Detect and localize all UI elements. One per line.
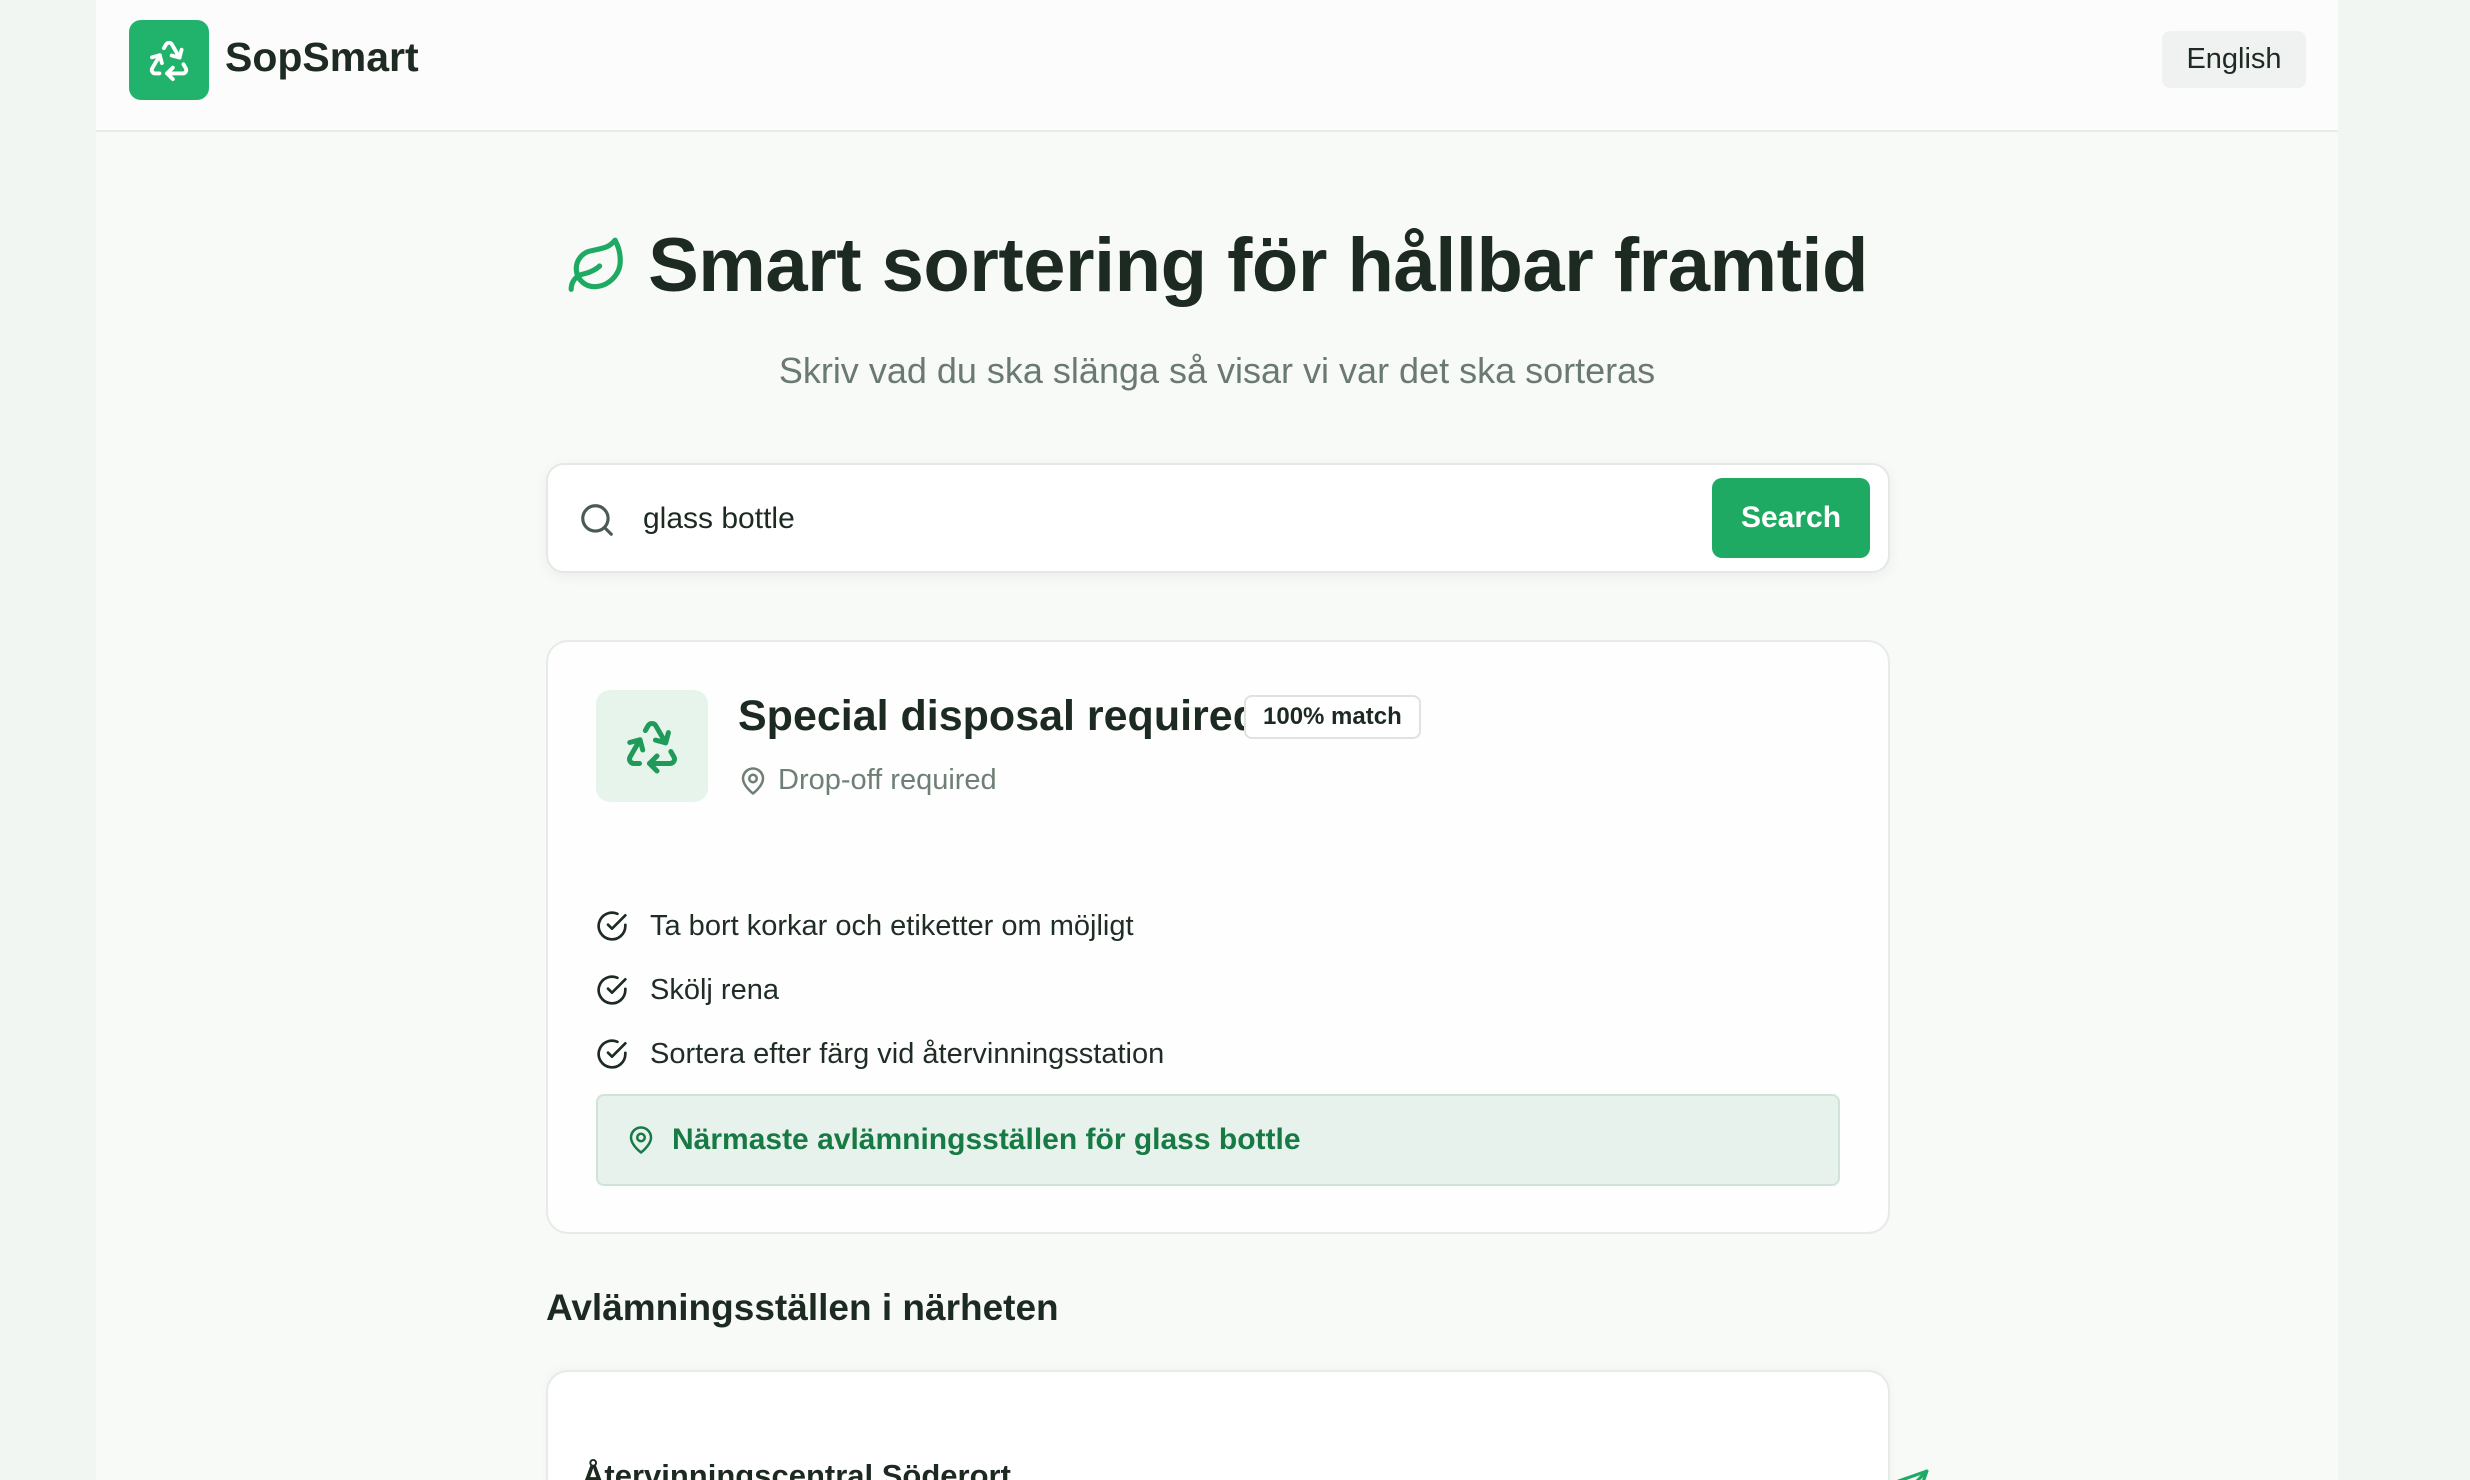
recycle-icon <box>149 40 189 82</box>
logo[interactable] <box>129 20 209 100</box>
app-header: SopSmart English <box>96 0 2338 132</box>
map-pin-icon <box>629 1126 653 1154</box>
leaf-icon <box>568 237 623 292</box>
result-card: Special disposal required 100% match Dro… <box>546 640 1890 1234</box>
dropoff-section-title: Avlämningsställen i närheten <box>546 1287 1059 1328</box>
list-item: Ta bort korkar och etiketter om möjligt <box>596 894 1164 958</box>
tip-text: Sortera efter färg vid återvinningsstati… <box>650 1037 1165 1070</box>
language-button[interactable]: English <box>2162 31 2306 88</box>
map-pin-icon <box>741 766 765 795</box>
tip-text: Ta bort korkar och etiketter om möjligt <box>650 909 1134 942</box>
check-circle-icon <box>597 911 627 941</box>
check-circle-icon <box>597 975 627 1005</box>
nearest-dropoff-label: Närmaste avlämningsställen för glass bot… <box>672 1123 1301 1156</box>
search-icon <box>581 504 613 536</box>
hero-heading: Smart sortering för hållbar framtid <box>96 222 2338 309</box>
match-badge: 100% match <box>1244 695 1421 739</box>
page: SopSmart English Smart sortering för hål… <box>96 0 2338 1480</box>
tip-text: Skölj rena <box>650 973 779 1006</box>
nearest-dropoff-button[interactable]: Närmaste avlämningsställen för glass bot… <box>596 1094 1840 1186</box>
check-circle-icon <box>597 1039 627 1069</box>
brand-name: SopSmart <box>225 34 419 80</box>
page-title: Smart sortering för hållbar framtid <box>648 223 1868 308</box>
search-bar: Search <box>546 463 1890 573</box>
station-card[interactable]: Återvinningscentral Söderort <box>546 1370 1929 1480</box>
search-input[interactable] <box>643 493 1643 545</box>
result-subline: Drop-off required <box>738 764 997 797</box>
list-item: Sortera efter färg vid återvinningsstati… <box>596 1022 1164 1086</box>
list-item: Skölj rena <box>596 958 1164 1022</box>
recycle-icon <box>627 720 677 774</box>
result-icon-box <box>596 690 708 802</box>
station-name: Återvinningscentral Söderort <box>582 1458 1011 1480</box>
search-button[interactable]: Search <box>1712 478 1870 558</box>
subline-text: Drop-off required <box>778 764 997 796</box>
page-subtitle: Skriv vad du ska slänga så visar vi var … <box>778 350 1656 391</box>
navigation-icon[interactable] <box>1892 1468 1930 1480</box>
result-title: Special disposal required <box>738 692 1259 740</box>
tips-list: Ta bort korkar och etiketter om möjligt … <box>596 894 1164 1086</box>
